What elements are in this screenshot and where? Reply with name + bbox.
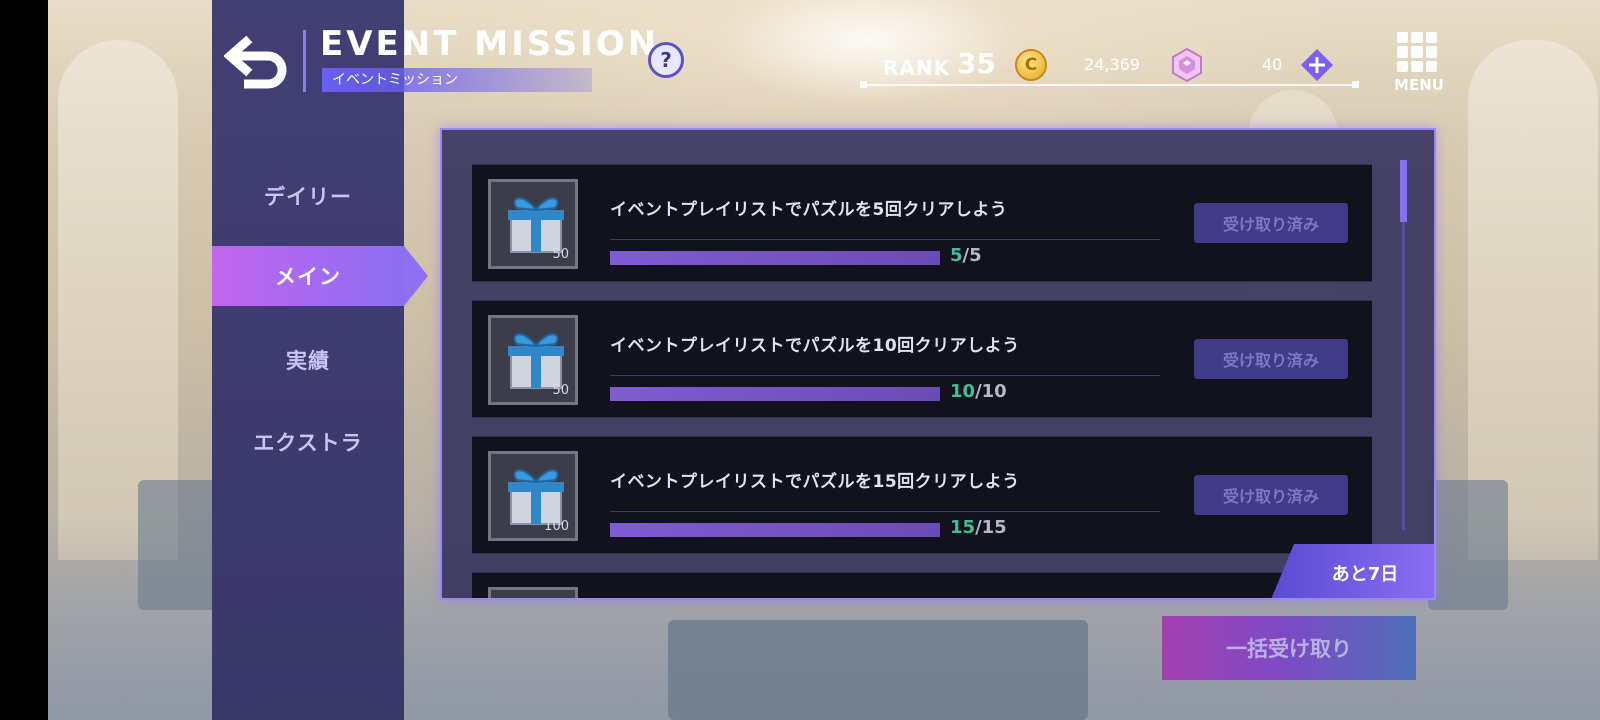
gift-box-icon xyxy=(508,197,564,253)
rank-value: 35 xyxy=(957,47,996,80)
time-remaining-badge: あと7日 xyxy=(1270,544,1434,598)
menu-button[interactable]: MENU xyxy=(1392,30,1444,96)
progress-current: 5 xyxy=(950,245,963,266)
mission-list-panel: 50 イベントプレイリストでパズルを5回クリアしよう 5/5 受け取り済み 50… xyxy=(440,128,1436,600)
coin-count: 24,369 xyxy=(1084,55,1140,74)
gift-box-icon xyxy=(508,333,564,389)
mission-row-partial xyxy=(472,572,1372,598)
tab-main-label: メイン xyxy=(275,265,341,289)
tab-main[interactable]: メイン xyxy=(212,246,428,306)
mission-row: 50 イベントプレイリストでパズルを5回クリアしよう 5/5 受け取り済み xyxy=(472,164,1372,282)
mission-row: 50 イベントプレイリストでパズルを10回クリアしよう 10/10 受け取り済み xyxy=(472,300,1372,418)
tab-achievements[interactable]: 実績 xyxy=(212,330,404,390)
tab-daily[interactable]: デイリー xyxy=(212,166,404,226)
help-icon[interactable]: ? xyxy=(648,42,684,78)
progress-total: /15 xyxy=(975,517,1007,538)
page-title: EVENT MISSION xyxy=(320,24,660,64)
tab-extra[interactable]: エクストラ xyxy=(212,412,404,472)
mission-description: イベントプレイリストでパズルを10回クリアしよう xyxy=(610,336,1020,356)
reward-item[interactable] xyxy=(488,587,578,598)
scrollbar-thumb[interactable] xyxy=(1400,160,1407,222)
bulk-claim-button[interactable]: 一括受け取り xyxy=(1162,616,1416,680)
progress-fill xyxy=(610,387,940,401)
back-arrow-icon xyxy=(224,35,287,89)
progress-bar xyxy=(610,523,940,537)
reward-item[interactable]: 50 xyxy=(488,315,578,405)
tab-achievements-label: 実績 xyxy=(286,349,330,373)
add-gems-button[interactable] xyxy=(1300,48,1334,82)
mission-divider xyxy=(610,511,1160,512)
reward-count: 50 xyxy=(552,383,569,398)
progress-text: 5/5 xyxy=(950,245,982,266)
status-bar-line xyxy=(862,84,1356,86)
back-button[interactable] xyxy=(222,30,292,94)
reward-item[interactable]: 100 xyxy=(488,451,578,541)
page-subtitle: イベントミッション xyxy=(322,68,592,92)
claimed-button[interactable]: 受け取り済み xyxy=(1194,475,1348,515)
progress-total: /10 xyxy=(975,381,1007,402)
mission-divider xyxy=(610,239,1160,240)
claimed-button[interactable]: 受け取り済み xyxy=(1194,203,1348,243)
progress-current: 15 xyxy=(950,517,976,538)
help-icon-glyph: ? xyxy=(660,48,672,72)
mission-row: 100 イベントプレイリストでパズルを15回クリアしよう 15/15 受け取り済… xyxy=(472,436,1372,554)
mission-description: イベントプレイリストでパズルを15回クリアしよう xyxy=(610,472,1020,492)
gem-count: 40 xyxy=(1262,55,1283,74)
coin-icon-glyph: C xyxy=(1024,55,1038,75)
progress-text: 10/10 xyxy=(950,381,1007,402)
reward-count: 50 xyxy=(552,247,569,262)
gift-box-icon xyxy=(508,469,564,525)
status-bar-dot-right xyxy=(1352,81,1359,88)
progress-current: 10 xyxy=(950,381,976,402)
progress-fill xyxy=(610,251,940,265)
mission-divider xyxy=(610,375,1160,376)
progress-total: /5 xyxy=(962,245,982,266)
mission-description: イベントプレイリストでパズルを5回クリアしよう xyxy=(610,200,1008,220)
claimed-button[interactable]: 受け取り済み xyxy=(1194,339,1348,379)
reward-count: 100 xyxy=(544,519,569,534)
rank-label: RANK xyxy=(883,56,951,80)
status-bar-dot-left xyxy=(860,81,867,88)
coin-icon: C xyxy=(1015,49,1047,81)
reward-item[interactable]: 50 xyxy=(488,179,578,269)
progress-bar xyxy=(610,251,940,265)
progress-fill xyxy=(610,523,940,537)
header-divider xyxy=(303,30,306,92)
progress-text: 15/15 xyxy=(950,517,1007,538)
tab-daily-label: デイリー xyxy=(264,185,352,209)
menu-grid-icon xyxy=(1397,32,1437,72)
gem-icon xyxy=(1172,48,1202,82)
menu-label: MENU xyxy=(1394,76,1444,94)
progress-bar xyxy=(610,387,940,401)
tab-extra-label: エクストラ xyxy=(253,431,363,455)
